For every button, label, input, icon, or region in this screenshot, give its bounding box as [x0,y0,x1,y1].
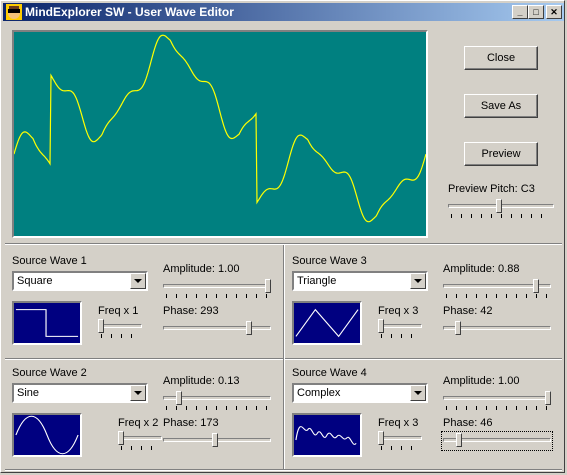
slider-thumb[interactable] [265,279,271,293]
phase-slider[interactable] [163,321,271,337]
amplitude-slider[interactable] [163,391,271,410]
slider-thumb[interactable] [98,319,104,333]
wave-type-value: Complex [297,387,341,399]
slider-thumb[interactable] [118,431,124,445]
divider [283,245,285,469]
amplitude-label: Amplitude: 0.88 [443,263,520,275]
save-as-button[interactable]: Save As [464,94,538,118]
source-wave-graph [15,309,79,337]
frequency-slider[interactable] [118,431,162,450]
slider-ticks [166,406,268,410]
wave-type-select[interactable]: Complex [292,383,428,403]
window-title: MindExplorer SW - User Wave Editor [25,5,234,19]
slider-thumb[interactable] [496,199,502,213]
slider-thumb[interactable] [176,391,182,405]
slider-thumb[interactable] [378,319,384,333]
combined-waveform [13,34,427,223]
wave-type-value: Triangle [297,275,337,287]
frequency-slider[interactable] [378,431,422,450]
phase-label: Phase: 293 [163,305,219,317]
slider-track [378,324,422,328]
minimize-button[interactable]: _ [512,5,528,19]
slider-ticks [381,446,419,450]
chevron-down-icon[interactable] [410,385,426,401]
source-wave-title: Source Wave 2 [12,367,87,379]
frequency-slider[interactable] [98,319,142,338]
slider-track [163,326,271,330]
close-window-button[interactable]: ✕ [546,5,562,19]
frequency-label: Freq x 3 [378,417,419,429]
phase-slider[interactable] [163,433,271,449]
wave-type-value: Square [17,275,53,287]
frequency-label: Freq x 1 [98,305,139,317]
amplitude-label: Amplitude: 1.00 [163,263,240,275]
preview-pitch-slider[interactable] [448,199,554,218]
wave-display [12,30,428,238]
amplitude-label: Amplitude: 1.00 [443,375,520,387]
slider-thumb[interactable] [533,279,539,293]
divider [5,469,562,471]
slider-ticks [381,334,419,338]
phase-label: Phase: 173 [163,417,219,429]
wave-editor-window: MindExplorer SW - User Wave Editor _ □ ✕… [0,0,565,473]
source-wave-title: Source Wave 4 [292,367,367,379]
source-wave-title: Source Wave 1 [12,255,87,267]
phase-label: Phase: 42 [443,305,493,317]
preview-pitch-label: Preview Pitch: C3 [448,183,535,195]
amplitude-slider[interactable] [443,391,551,410]
frequency-slider[interactable] [378,319,422,338]
app-icon [6,4,22,20]
slider-ticks [451,214,551,218]
slider-thumb[interactable] [455,321,461,335]
preview-button[interactable]: Preview [464,142,538,166]
frequency-label: Freq x 2 [118,417,159,429]
slider-ticks [121,446,159,450]
chevron-down-icon[interactable] [130,273,146,289]
slider-track [163,284,271,288]
phase-slider[interactable] [443,321,551,337]
amplitude-slider[interactable] [163,279,271,298]
chevron-down-icon[interactable] [410,273,426,289]
source-wave-preview [292,301,362,345]
slider-thumb[interactable] [246,321,252,335]
source-wave-preview [12,413,82,457]
wave-type-select[interactable]: Triangle [292,271,428,291]
wave-type-select[interactable]: Square [12,271,148,291]
title-bar[interactable]: MindExplorer SW - User Wave Editor _ □ ✕ [3,3,564,21]
amplitude-slider[interactable] [443,279,551,298]
slider-ticks [166,294,268,298]
waveform-line [13,34,427,223]
chevron-down-icon[interactable] [130,385,146,401]
slider-track [118,436,162,440]
slider-thumb[interactable] [212,433,218,447]
wave-type-select[interactable]: Sine [12,383,148,403]
slider-ticks [101,334,139,338]
phase-slider[interactable] [441,431,553,451]
source-wave-graph [295,426,357,445]
slider-thumb[interactable] [545,391,551,405]
source-wave-preview [12,301,82,345]
maximize-button[interactable]: □ [528,5,544,19]
slider-ticks [446,294,548,298]
slider-track [98,324,142,328]
close-button[interactable]: Close [464,46,538,70]
source-wave-preview [292,413,362,457]
slider-thumb[interactable] [378,431,384,445]
wave-type-value: Sine [17,387,40,399]
source-wave-graph [15,415,79,455]
slider-track [443,396,551,400]
slider-track [378,436,422,440]
frequency-label: Freq x 3 [378,305,419,317]
slider-ticks [446,406,548,410]
slider-thumb[interactable] [456,433,462,447]
phase-label: Phase: 46 [443,417,493,429]
source-wave-title: Source Wave 3 [292,255,367,267]
amplitude-label: Amplitude: 0.13 [163,375,240,387]
source-wave-graph [295,308,359,338]
